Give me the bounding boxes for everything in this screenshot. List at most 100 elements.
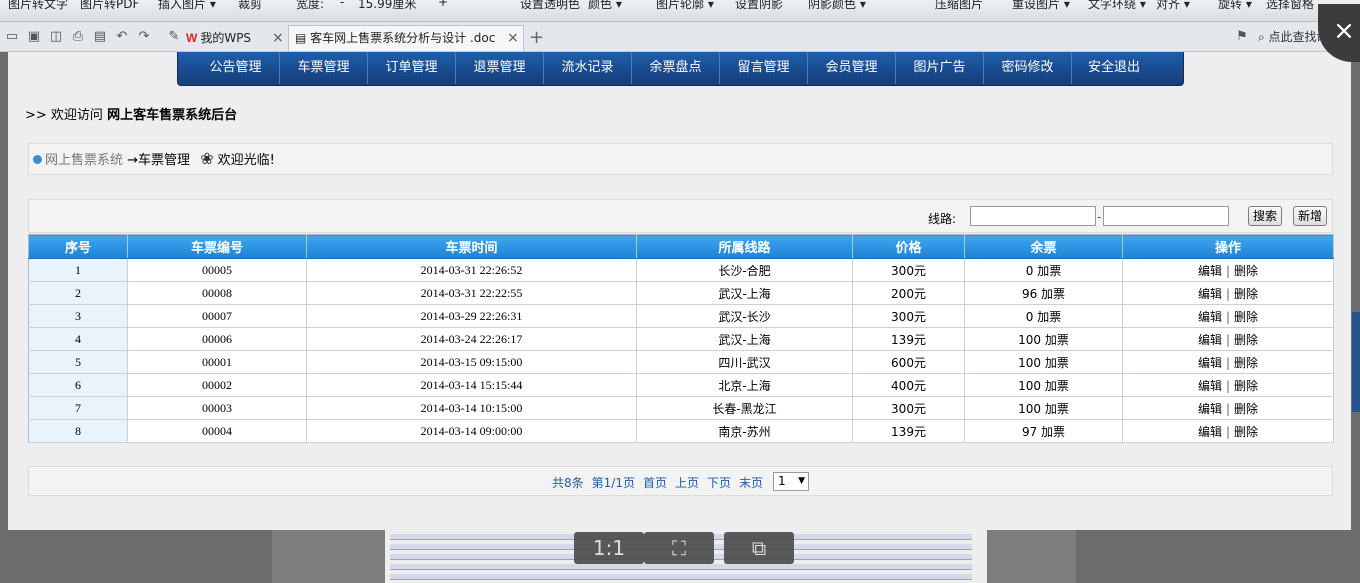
search-button[interactable]: 搜索	[1248, 206, 1282, 226]
tab-document[interactable]: ▤ 客车网上售票系统分析与设计 .doc ×	[288, 25, 524, 51]
nav-inventory[interactable]: 余票盘点	[632, 52, 720, 84]
nav-orders[interactable]: 订单管理	[368, 52, 456, 84]
undo-icon[interactable]: ↶	[114, 29, 130, 45]
add-ticket-link[interactable]: 加票	[1045, 333, 1069, 347]
toolbar-width-plus[interactable]: +	[438, 0, 448, 9]
pager-next[interactable]: 下页	[707, 476, 731, 490]
pager-total: 共8条	[552, 476, 584, 490]
format-painter-icon[interactable]: ✎	[166, 29, 182, 45]
route-from-input[interactable]	[970, 206, 1096, 226]
toolbar-set-transparent[interactable]: 设置透明色	[520, 0, 580, 12]
edit-link[interactable]: 编辑	[1198, 310, 1222, 324]
add-ticket-button[interactable]: 新增	[1293, 206, 1327, 226]
cell-ticket-time: 2014-03-15 09:15:00	[306, 350, 637, 374]
cell-route: 四川-武汉	[636, 350, 853, 374]
delete-link[interactable]: 删除	[1234, 287, 1258, 301]
toolbar-shadow-color[interactable]: 阴影颜色 ▾	[808, 0, 866, 12]
toolbar-image-to-pdf[interactable]: 图片转PDF	[80, 0, 139, 12]
edit-link[interactable]: 编辑	[1198, 333, 1222, 347]
toolbar-insert-image[interactable]: 插入图片 ▾	[158, 0, 216, 12]
edit-link[interactable]: 编辑	[1198, 356, 1222, 370]
add-ticket-link[interactable]: 加票	[1041, 287, 1065, 301]
pager-first[interactable]: 首页	[643, 476, 667, 490]
cell-actions: 编辑 | 删除	[1122, 396, 1334, 420]
cell-actions: 编辑 | 删除	[1122, 281, 1334, 305]
toolbar-align[interactable]: 对齐 ▾	[1156, 0, 1190, 12]
delete-link[interactable]: 删除	[1234, 379, 1258, 393]
tab-my-wps-close-icon[interactable]: ×	[272, 26, 284, 50]
ticket-table-body: 1 00005 2014-03-31 22:26:52 长沙-合肥 300元 0 加票 编辑…	[28, 258, 1334, 443]
page-select[interactable]: 1 ▼	[773, 472, 809, 491]
nav-transactions[interactable]: 流水记录	[544, 52, 632, 84]
toolbar-image-to-text[interactable]: 图片转文字	[8, 0, 68, 12]
edit-link[interactable]: 编辑	[1198, 379, 1222, 393]
table-row: 4 00006 2014-03-24 22:26:17 武汉-上海 139元 100 加票…	[28, 327, 1334, 351]
toolbar-crop[interactable]: 裁剪	[238, 0, 262, 12]
edit-link[interactable]: 编辑	[1198, 287, 1222, 301]
pager-prev[interactable]: 上页	[675, 476, 699, 490]
edit-link[interactable]: 编辑	[1198, 425, 1222, 439]
add-ticket-link[interactable]: 加票	[1045, 379, 1069, 393]
delete-link[interactable]: 删除	[1234, 310, 1258, 324]
toolbar-width-minus[interactable]: -	[340, 0, 344, 9]
nav-image-ads[interactable]: 图片广告	[896, 52, 984, 84]
edit-link[interactable]: 编辑	[1198, 264, 1222, 278]
nav-logout[interactable]: 安全退出	[1072, 52, 1156, 84]
remaining-count: 100	[1018, 401, 1042, 416]
nav-messages[interactable]: 留言管理	[720, 52, 808, 84]
cell-price: 300元	[852, 258, 965, 282]
wps-logo-icon: W	[186, 31, 198, 45]
crop-screenshot-icon[interactable]: ⧉	[724, 532, 794, 564]
scrollbar[interactable]	[1352, 312, 1360, 412]
toolbar-selection-pane[interactable]: 选择窗格	[1266, 0, 1314, 12]
toolbar-shadow[interactable]: 设置阴影	[735, 0, 783, 12]
save-icon[interactable]: ▣	[26, 29, 42, 45]
redo-icon[interactable]: ↷	[136, 29, 152, 45]
action-separator: |	[1225, 286, 1231, 301]
pager-last[interactable]: 末页	[739, 476, 763, 490]
toolbar-wrap[interactable]: 文字环绕 ▾	[1088, 0, 1146, 12]
delete-link[interactable]: 删除	[1234, 402, 1258, 416]
new-tab-icon[interactable]: +	[529, 27, 544, 48]
add-ticket-link[interactable]: 加票	[1041, 425, 1065, 439]
tab-document-close-icon[interactable]: ×	[507, 26, 519, 51]
nav-members[interactable]: 会员管理	[808, 52, 896, 84]
nav-tickets[interactable]: 车票管理	[280, 52, 368, 84]
toolbar-rotate[interactable]: 旋转 ▾	[1218, 0, 1252, 12]
breadcrumb-system[interactable]: 网上售票系统	[45, 153, 123, 168]
nav-announcements[interactable]: 公告管理	[192, 52, 280, 84]
table-row: 5 00001 2014-03-15 09:15:00 四川-武汉 600元 100 加票…	[28, 350, 1334, 374]
delete-link[interactable]: 删除	[1234, 425, 1258, 439]
edit-link[interactable]: 编辑	[1198, 402, 1222, 416]
col-seq: 序号	[28, 234, 128, 259]
toolbar-width-value[interactable]: 15.99厘米	[358, 0, 416, 12]
toolbar-reset-image[interactable]: 重设图片 ▾	[1012, 0, 1070, 12]
delete-link[interactable]: 删除	[1234, 264, 1258, 278]
print-icon[interactable]: ⎙	[70, 29, 86, 45]
add-ticket-link[interactable]: 加票	[1045, 402, 1069, 416]
export-icon[interactable]: ◫	[48, 29, 64, 45]
col-remaining: 余票	[964, 234, 1123, 259]
open-icon[interactable]: ▭	[4, 29, 20, 45]
tab-menu-icon[interactable]: ⚑	[1234, 29, 1250, 45]
nav-change-password[interactable]: 密码修改	[984, 52, 1072, 84]
doc-file-icon: ▤	[295, 31, 311, 45]
remaining-count: 0	[1025, 309, 1034, 324]
delete-link[interactable]: 删除	[1234, 333, 1258, 347]
delete-link[interactable]: 删除	[1234, 356, 1258, 370]
fit-screen-icon[interactable]: ⛶	[644, 532, 714, 564]
preview-icon[interactable]: ▤	[92, 29, 108, 45]
toolbar-color[interactable]: 颜色 ▾	[588, 0, 622, 12]
add-ticket-link[interactable]: 加票	[1045, 356, 1069, 370]
route-to-input[interactable]	[1103, 206, 1229, 226]
document-tab-bar: ▭ ▣ ◫ ⎙ ▤ ↶ ↷ ✎ W 我的WPS × ▤ 客车网上售票系统分析与设计…	[0, 22, 1360, 52]
cell-ticket-time: 2014-03-31 22:26:52	[306, 258, 637, 282]
action-separator: |	[1225, 309, 1231, 324]
add-ticket-link[interactable]: 加票	[1037, 264, 1061, 278]
add-ticket-link[interactable]: 加票	[1037, 310, 1061, 324]
toolbar-compress[interactable]: 压缩图片	[935, 0, 983, 12]
tab-my-wps[interactable]: W 我的WPS ×	[186, 26, 286, 50]
nav-refunds[interactable]: 退票管理	[456, 52, 544, 84]
toolbar-outline[interactable]: 图片轮廓 ▾	[656, 0, 714, 12]
zoom-actual-size-button[interactable]: 1:1	[574, 532, 644, 564]
